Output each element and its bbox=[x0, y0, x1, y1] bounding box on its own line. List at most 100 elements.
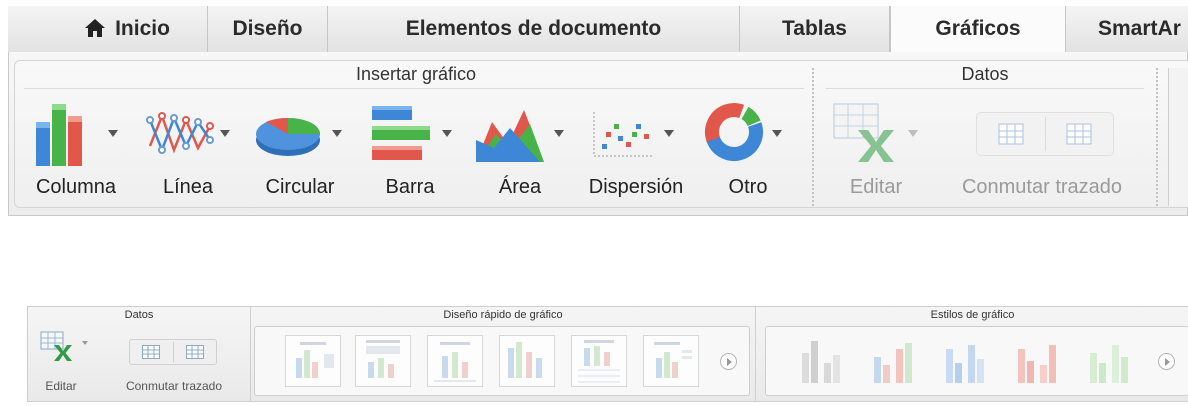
mini-group-datos: Datos Editar Conmutar trazado bbox=[28, 307, 251, 401]
layout-thumbnail-4[interactable] bbox=[499, 335, 555, 387]
chart-layout-icon bbox=[434, 342, 476, 382]
bar-style-icon bbox=[1018, 345, 1056, 383]
group-title-chart-styles: Estilos de gráfico bbox=[930, 309, 1015, 321]
tab-label: Gráficos bbox=[935, 17, 1021, 40]
tab-elementos-de-documento[interactable]: Elementos de documento bbox=[328, 6, 740, 52]
area-chart-button[interactable]: Área bbox=[470, 94, 570, 204]
chevron-down-icon bbox=[332, 130, 342, 137]
home-icon bbox=[85, 19, 106, 37]
grid-icon bbox=[142, 345, 160, 359]
doughnut-chart-icon bbox=[705, 103, 763, 162]
button-label: Dispersión bbox=[588, 176, 684, 198]
mini-group-quick-layout: Diseño rápido de gráfico bbox=[251, 307, 756, 401]
layout-thumbnail-2[interactable] bbox=[355, 335, 411, 387]
chart-layout-icon bbox=[508, 342, 542, 378]
style-thumbnail-multicolor[interactable] bbox=[866, 335, 922, 387]
bar-style-icon bbox=[1090, 345, 1128, 383]
edit-data-icon bbox=[40, 331, 72, 361]
button-label: Área bbox=[498, 176, 542, 198]
grid-icon bbox=[186, 345, 204, 359]
layout-thumbnail-1[interactable] bbox=[285, 335, 341, 387]
chart-layout-icon bbox=[296, 342, 334, 378]
style-thumbnail-green[interactable] bbox=[1082, 335, 1138, 387]
group-title-divider bbox=[24, 88, 804, 89]
edit-data-icon bbox=[833, 103, 894, 162]
line-chart-icon bbox=[146, 112, 214, 154]
button-label: Circular bbox=[265, 176, 335, 198]
gallery-next-button[interactable] bbox=[1158, 353, 1175, 370]
divider bbox=[173, 342, 174, 362]
tab-diseno[interactable]: Diseño bbox=[208, 6, 328, 52]
column-chart-button[interactable]: Columna bbox=[24, 94, 128, 204]
bar-chart-button[interactable]: Barra bbox=[360, 94, 460, 204]
area-chart-icon bbox=[476, 110, 544, 162]
button-label: Editar bbox=[45, 379, 77, 393]
column-chart-icon bbox=[36, 104, 82, 166]
chevron-down-icon bbox=[82, 341, 88, 345]
group-title-quick-layout: Diseño rápido de gráfico bbox=[443, 309, 563, 321]
grid-icon bbox=[998, 123, 1024, 145]
switch-plot-icon bbox=[976, 112, 1114, 156]
button-label: Editar bbox=[849, 176, 903, 198]
mini-group-chart-styles: Estilos de gráfico bbox=[756, 307, 1188, 401]
button-label: Otro bbox=[728, 176, 768, 198]
chevron-down-icon bbox=[908, 130, 918, 137]
layout-thumbnail-3[interactable] bbox=[427, 335, 483, 387]
bar-style-icon bbox=[874, 343, 912, 383]
button-label: Línea bbox=[162, 176, 214, 198]
tab-label: Elementos de documento bbox=[405, 17, 662, 40]
other-chart-button[interactable]: Otro bbox=[700, 94, 796, 204]
switch-plot-icon bbox=[129, 339, 217, 365]
group-title-insertar-grafico: Insertar gráfico bbox=[355, 64, 477, 84]
ribbon-overflow-edge bbox=[1168, 68, 1188, 206]
line-chart-button[interactable]: Línea bbox=[138, 94, 238, 204]
bar-style-icon bbox=[802, 341, 840, 383]
scatter-chart-icon bbox=[593, 112, 654, 157]
chevron-down-icon bbox=[772, 130, 782, 137]
tab-graficos[interactable]: Gráficos bbox=[890, 6, 1066, 53]
style-thumbnail-gray[interactable] bbox=[794, 335, 850, 387]
button-label: Conmutar trazado bbox=[125, 379, 223, 393]
button-label: Barra bbox=[385, 176, 435, 198]
style-thumbnail-red[interactable] bbox=[1010, 335, 1066, 387]
tab-inicio[interactable]: Inicio bbox=[48, 6, 208, 52]
group-title-datos: Datos bbox=[124, 309, 154, 321]
switch-plot-button[interactable]: Conmutar trazado bbox=[102, 327, 246, 397]
gallery-next-button[interactable] bbox=[720, 353, 737, 370]
chart-layout-icon bbox=[578, 340, 620, 383]
switch-plot-button[interactable]: Conmutar trazado bbox=[934, 94, 1150, 204]
layout-thumbnail-5[interactable] bbox=[571, 335, 627, 387]
chart-layout-icon bbox=[654, 342, 692, 378]
tab-tablas[interactable]: Tablas bbox=[740, 6, 890, 52]
tab-label: Diseño bbox=[232, 17, 303, 40]
tab-label: Tablas bbox=[782, 17, 847, 40]
layout-thumbnail-6[interactable] bbox=[643, 335, 699, 387]
bar-chart-icon bbox=[372, 106, 430, 160]
pie-chart-icon bbox=[256, 117, 320, 156]
mini-ribbon: Datos Editar Conmutar trazado Diseño ráp… bbox=[27, 306, 1188, 402]
button-label: Columna bbox=[35, 176, 117, 198]
chevron-down-icon bbox=[442, 130, 452, 137]
quick-layout-gallery bbox=[254, 326, 750, 396]
ribbon-tab-bar: Inicio Diseño Elementos de documento Tab… bbox=[8, 6, 1188, 53]
group-title-divider bbox=[826, 88, 1144, 89]
edit-data-button[interactable]: Editar bbox=[828, 94, 924, 204]
group-separator bbox=[1156, 68, 1158, 206]
chevron-down-icon bbox=[108, 130, 118, 137]
chevron-down-icon bbox=[220, 130, 230, 137]
group-title-datos: Datos bbox=[961, 64, 1009, 84]
tab-label: SmartAr bbox=[1098, 17, 1181, 40]
bar-style-icon bbox=[946, 345, 984, 383]
chevron-down-icon bbox=[554, 130, 564, 137]
chevron-down-icon bbox=[664, 130, 674, 137]
group-separator bbox=[812, 68, 814, 206]
edit-data-button[interactable]: Editar bbox=[34, 327, 88, 397]
pie-chart-button[interactable]: Circular bbox=[248, 94, 352, 204]
scatter-chart-button[interactable]: Dispersión bbox=[576, 94, 696, 204]
chart-layout-icon bbox=[366, 340, 400, 378]
tab-smartart[interactable]: SmartAr bbox=[1066, 6, 1188, 52]
button-label: Conmutar trazado bbox=[961, 176, 1123, 198]
chart-styles-gallery bbox=[765, 326, 1188, 396]
divider bbox=[1045, 117, 1046, 151]
style-thumbnail-blue[interactable] bbox=[938, 335, 994, 387]
